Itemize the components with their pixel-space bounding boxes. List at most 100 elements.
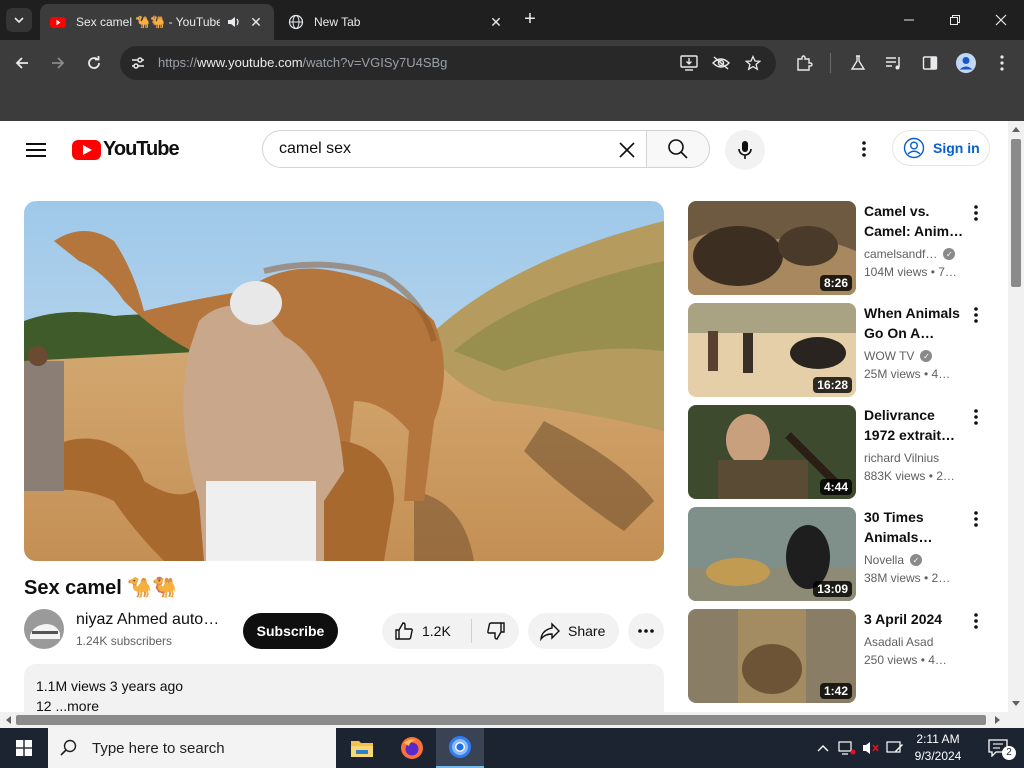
- horizontal-scrollbar[interactable]: [0, 712, 1024, 728]
- site-settings-icon[interactable]: [130, 55, 146, 71]
- subscribe-button[interactable]: Subscribe: [243, 613, 338, 649]
- like-button[interactable]: 1.2K: [382, 613, 470, 649]
- taskbar-search[interactable]: Type here to search: [48, 728, 336, 768]
- title-line: Camel vs.: [864, 203, 930, 219]
- notification-count: 2: [1002, 746, 1016, 760]
- recommendation-thumbnail[interactable]: 16:28: [688, 303, 856, 397]
- recommendation-menu-button[interactable]: [964, 609, 988, 633]
- recommendation-title: Camel vs. Camel: Anima…: [864, 201, 964, 241]
- channel-avatar[interactable]: [24, 609, 64, 649]
- side-panel-icon: [922, 56, 938, 70]
- recommendation-title: Delivrance 1972 extrait…: [864, 405, 964, 445]
- eye-off-icon[interactable]: [712, 55, 730, 71]
- chrome-menu-button[interactable]: [990, 51, 1014, 75]
- clear-search-icon[interactable]: [615, 138, 639, 162]
- show-hidden-icons-button[interactable]: [812, 728, 834, 768]
- network-tray-button[interactable]: [836, 728, 858, 768]
- flask-icon: [850, 55, 866, 70]
- scroll-left-icon[interactable]: [5, 716, 11, 724]
- volume-tray-button[interactable]: [860, 728, 882, 768]
- profile-button[interactable]: [954, 51, 978, 75]
- recommendation-channel: Asadali Asad: [864, 635, 933, 649]
- media-controls-button[interactable]: [882, 51, 906, 75]
- dislike-button[interactable]: [472, 613, 519, 649]
- sign-in-button[interactable]: Sign in: [892, 130, 990, 166]
- close-window-button[interactable]: [978, 0, 1024, 40]
- start-button[interactable]: [0, 728, 48, 768]
- recommendation-item[interactable]: 8:26 Camel vs. Camel: Anima… camelsandf……: [688, 201, 998, 295]
- arrow-right-icon: [52, 57, 65, 69]
- voice-search-button[interactable]: [725, 130, 765, 170]
- video-player[interactable]: [24, 201, 664, 561]
- guide-menu-button[interactable]: [24, 139, 48, 159]
- tab-new-tab[interactable]: New Tab ✕: [278, 4, 514, 40]
- description-box[interactable]: 1.1M views 3 years ago 12 ...more: [24, 664, 664, 712]
- recommendation-item[interactable]: 1:42 3 April 2024 Asadali Asad 250 views…: [688, 609, 998, 703]
- back-button[interactable]: [10, 51, 34, 75]
- settings-menu-button[interactable]: [852, 137, 876, 161]
- tab-search-button[interactable]: [6, 8, 32, 32]
- recommendation-thumbnail[interactable]: 8:26: [688, 201, 856, 295]
- recommendation-channel: Novella ✓: [864, 553, 923, 567]
- duration-badge: 1:42: [819, 683, 852, 699]
- tab-youtube[interactable]: Sex camel 🐪🐫 - YouTube ✕: [40, 4, 274, 40]
- minimize-button[interactable]: [886, 0, 932, 40]
- more-horiz-icon: [638, 629, 654, 633]
- close-tab-icon[interactable]: ✕: [248, 14, 264, 31]
- views-and-date: 1.1M views 3 years ago: [36, 678, 184, 694]
- scrollbar-thumb[interactable]: [1011, 139, 1021, 287]
- display-tray-button[interactable]: [884, 728, 906, 768]
- more-vert-icon: [974, 307, 978, 323]
- youtube-logo[interactable]: YouTube: [72, 138, 180, 161]
- chevron-up-icon: [817, 745, 829, 752]
- share-button[interactable]: Share: [528, 613, 619, 649]
- like-dislike-group: 1.2K: [382, 613, 519, 649]
- close-tab-icon[interactable]: ✕: [488, 14, 504, 31]
- reload-button[interactable]: [82, 51, 106, 75]
- more-actions-button[interactable]: [628, 613, 664, 649]
- search-input[interactable]: camel sex: [262, 130, 647, 168]
- speaker-icon[interactable]: [226, 14, 242, 30]
- recommendation-thumbnail[interactable]: 13:09: [688, 507, 856, 601]
- side-panel-button[interactable]: [918, 51, 942, 75]
- car-avatar-image: [24, 609, 64, 649]
- recommendation-item[interactable]: 13:09 30 Times Animals… Novella ✓ 38M vie…: [688, 507, 998, 601]
- scroll-down-icon[interactable]: [1012, 701, 1020, 707]
- recommendation-thumbnail[interactable]: 1:42: [688, 609, 856, 703]
- url-scheme: https://: [158, 55, 198, 70]
- address-url: https://www.youtube.com/watch?v=VGISy7U4…: [158, 55, 447, 70]
- subscriber-count: 1.24K subscribers: [76, 634, 173, 648]
- search-button[interactable]: [646, 130, 710, 168]
- install-app-icon[interactable]: [680, 55, 698, 71]
- vertical-scrollbar[interactable]: [1008, 121, 1024, 712]
- recommendation-menu-button[interactable]: [964, 507, 988, 531]
- recommendation-thumbnail[interactable]: 4:44: [688, 405, 856, 499]
- restore-button[interactable]: [932, 0, 978, 40]
- scrollbar-thumb[interactable]: [16, 715, 986, 725]
- recommendation-menu-button[interactable]: [964, 405, 988, 429]
- address-bar[interactable]: https://www.youtube.com/watch?v=VGISy7U4…: [120, 46, 776, 80]
- bookmark-star-icon[interactable]: [745, 55, 761, 71]
- recommendation-item[interactable]: 4:44 Delivrance 1972 extrait… richard Vi…: [688, 405, 998, 499]
- notification-center-button[interactable]: 2: [978, 728, 1018, 768]
- description-snippet[interactable]: 12 ...more: [36, 698, 99, 712]
- more-vert-icon: [862, 141, 866, 157]
- firefox-taskbar-button[interactable]: [388, 728, 436, 768]
- forward-button[interactable]: [46, 51, 70, 75]
- title-line: 30 Times: [864, 509, 924, 525]
- extensions-button[interactable]: [792, 51, 816, 75]
- taskbar-clock[interactable]: 2:11 AM 9/3/2024: [906, 731, 970, 765]
- recommendation-menu-button[interactable]: [964, 303, 988, 327]
- file-explorer-taskbar-button[interactable]: [338, 728, 386, 768]
- firefox-icon: [401, 737, 423, 759]
- scroll-up-icon[interactable]: [1012, 126, 1020, 132]
- title-line: 3 April 2024: [864, 611, 943, 627]
- new-tab-button[interactable]: +: [518, 8, 542, 32]
- duration-badge: 13:09: [813, 581, 852, 597]
- scroll-right-icon[interactable]: [995, 716, 1001, 724]
- recommendation-menu-button[interactable]: [964, 201, 988, 225]
- chrome-taskbar-button[interactable]: [436, 728, 484, 768]
- recommendation-item[interactable]: 16:28 When Animals Go On A… WOW TV ✓ 25M …: [688, 303, 998, 397]
- channel-name[interactable]: niyaz Ahmed auto…: [76, 611, 219, 629]
- labs-button[interactable]: [846, 51, 870, 75]
